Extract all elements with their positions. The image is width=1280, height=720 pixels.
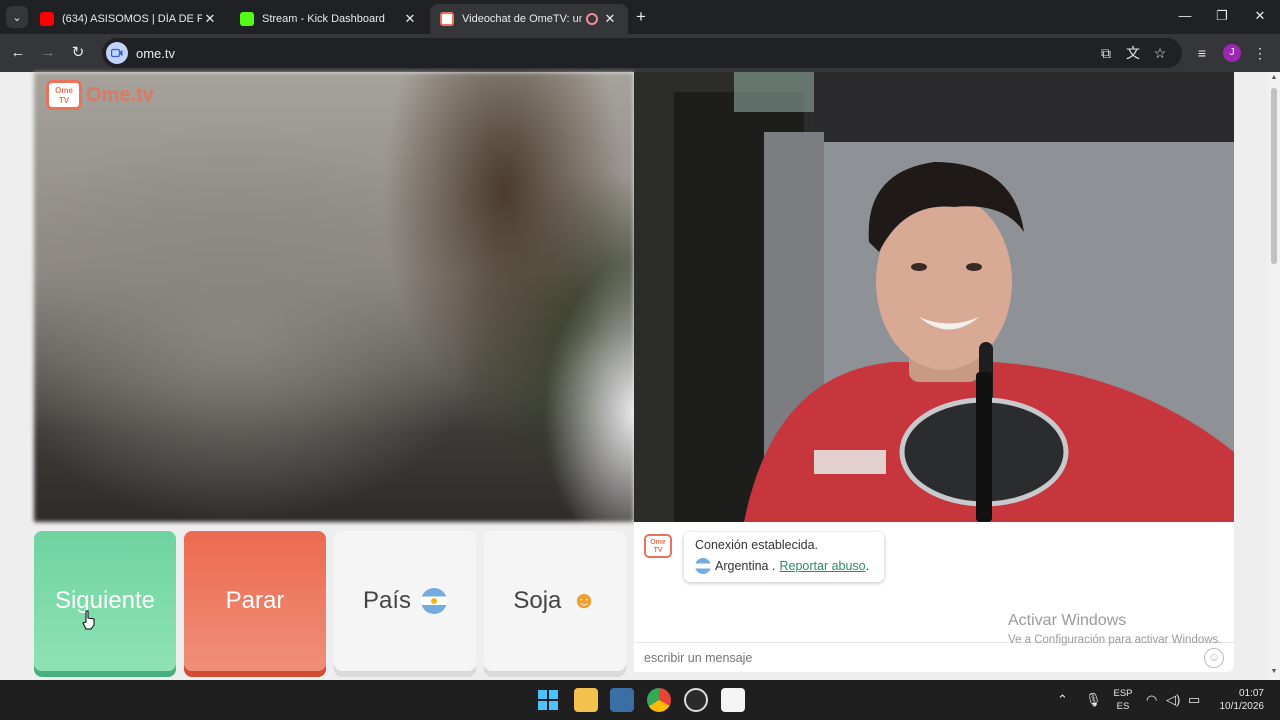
logo-text: Ome.tv	[86, 83, 154, 106]
watermark-title: Activar Windows	[1008, 612, 1127, 629]
report-abuse-link[interactable]: Reportar abuso	[779, 559, 865, 573]
page-scrollbar[interactable]: ▲ ▼	[1268, 72, 1280, 680]
scroll-up-icon[interactable]: ▲	[1270, 74, 1278, 81]
tv-logo-icon: Ome TV	[46, 80, 82, 110]
lang-code: ESP	[1113, 688, 1133, 699]
tab-youtube[interactable]: (634) ASISOMOS | DÍA DE PLAY ✕	[30, 4, 228, 34]
close-icon[interactable]: ✕	[602, 11, 618, 27]
close-icon[interactable]: ✕	[402, 11, 418, 27]
tab-ometv[interactable]: Videochat de OmeTV: una a ✕	[430, 4, 628, 34]
system-clock[interactable]: 01:07 10/1/2026	[1208, 687, 1265, 713]
store-icon[interactable]	[610, 688, 634, 712]
tab-title: (634) ASISOMOS | DÍA DE PLAY	[62, 13, 202, 25]
chat-logo-top: Ome	[650, 539, 666, 546]
scroll-thumb[interactable]	[1271, 88, 1277, 264]
chat-panel: Ome TV Conexión establecida. Argentina .…	[634, 522, 1234, 672]
bookmark-star-icon[interactable]: ☆	[1151, 44, 1169, 62]
battery-icon[interactable]: ▭	[1188, 692, 1200, 708]
browser-tab-strip: ⌄ (634) ASISOMOS | DÍA DE PLAY ✕ Stream …	[0, 0, 1280, 34]
country-button-label: País	[362, 587, 412, 614]
layout-code: ES	[1116, 701, 1130, 712]
system-message: Conexión establecida. Argentina . Report…	[684, 532, 884, 582]
stop-button[interactable]: Parar	[184, 531, 326, 671]
webcam-frame	[634, 72, 1234, 522]
game-launcher-icon[interactable]	[721, 688, 745, 712]
next-button[interactable]: Siguiente	[34, 531, 176, 671]
url-text: ome.tv	[136, 45, 176, 61]
argentina-flag-icon	[421, 588, 448, 614]
self-video	[634, 72, 1234, 522]
hand-cursor-icon	[82, 610, 95, 630]
logo-badge-top: Ome	[55, 86, 73, 95]
windows-taskbar: ⌃ 🎙 ESP ES ◠ ◁) ▭ 01:07 10/1/2026	[0, 680, 1280, 720]
gender-button[interactable]: Soja ☻	[484, 531, 626, 671]
windows-activation-watermark: Activar Windows Ve a Configuración para …	[1008, 612, 1222, 646]
report-suffix: .	[865, 559, 870, 573]
clock-time: 01:07	[1238, 688, 1264, 699]
logo-badge-bottom: TV	[58, 96, 70, 105]
ometv-chat-logo-icon: Ome TV	[644, 534, 672, 558]
address-bar[interactable]: ome.tv	[102, 38, 1182, 68]
forward-button[interactable]: →	[38, 43, 58, 63]
tab-title: Stream - Kick Dashboard	[262, 13, 385, 25]
close-window-button[interactable]: ✕	[1250, 8, 1270, 24]
watermark-subtitle: Ve a Configuración para activar Windows.	[1008, 634, 1222, 646]
profile-avatar[interactable]: J	[1223, 44, 1241, 62]
kick-icon	[240, 12, 254, 26]
tab-search-button[interactable]: ⌄	[6, 6, 28, 28]
tab-title: Videochat de OmeTV: una a	[462, 13, 582, 25]
clock-date: 10/1/2026	[1219, 701, 1265, 712]
argentina-flag-icon	[695, 558, 711, 574]
maximize-button[interactable]: ❐	[1212, 8, 1232, 24]
boy-face-icon: ☻	[571, 587, 597, 614]
volume-icon[interactable]: ◁)	[1166, 692, 1180, 708]
language-indicator[interactable]: ESP ES	[1112, 687, 1134, 713]
show-hidden-icons-icon[interactable]: ⌃	[1057, 692, 1068, 708]
obs-icon[interactable]	[684, 688, 708, 712]
chat-logo-bottom: TV	[653, 547, 663, 554]
message-input[interactable]	[644, 649, 1184, 667]
microphone-icon[interactable]: 🎙	[1085, 692, 1102, 708]
gender-button-label: Soja	[513, 587, 562, 614]
close-icon[interactable]: ✕	[202, 11, 218, 27]
browser-toolbar: ← → ↻ ome.tv ⧉ 文 ☆ ≡ J ⋮	[0, 34, 1280, 72]
stop-button-label: Parar	[225, 587, 285, 614]
new-tab-button[interactable]: +	[632, 8, 650, 26]
back-button[interactable]: ←	[8, 43, 28, 63]
file-explorer-icon[interactable]	[574, 688, 598, 712]
minimize-button[interactable]: —	[1175, 8, 1195, 23]
windows-start-icon[interactable]	[536, 688, 560, 712]
tab-kick[interactable]: Stream - Kick Dashboard ✕	[230, 4, 428, 34]
chevron-down-icon: ⌄	[12, 11, 22, 24]
site-info-icon[interactable]	[106, 42, 128, 64]
chrome-icon[interactable]	[647, 688, 671, 712]
recording-icon	[586, 13, 598, 25]
stranger-country-text: Argentina .	[715, 559, 776, 573]
ometv-icon	[440, 12, 454, 26]
country-button[interactable]: País	[334, 531, 476, 671]
ometv-logo: Ome TV Ome.tv	[46, 80, 154, 110]
translate-icon[interactable]: 文	[1124, 44, 1142, 62]
stranger-video	[34, 72, 634, 522]
scroll-down-icon[interactable]: ▼	[1270, 668, 1278, 675]
reload-button[interactable]: ↻	[68, 43, 88, 63]
next-button-label: Siguiente	[54, 587, 156, 614]
youtube-icon	[40, 12, 54, 26]
wifi-icon[interactable]: ◠	[1146, 692, 1157, 708]
connection-status-text: Conexión establecida.	[695, 538, 818, 552]
install-app-icon[interactable]: ⧉	[1097, 44, 1115, 62]
menu-kebab-icon[interactable]: ⋮	[1251, 44, 1269, 62]
emoji-icon[interactable]: ☺	[1204, 648, 1224, 668]
media-control-icon[interactable]: ≡	[1193, 44, 1211, 62]
